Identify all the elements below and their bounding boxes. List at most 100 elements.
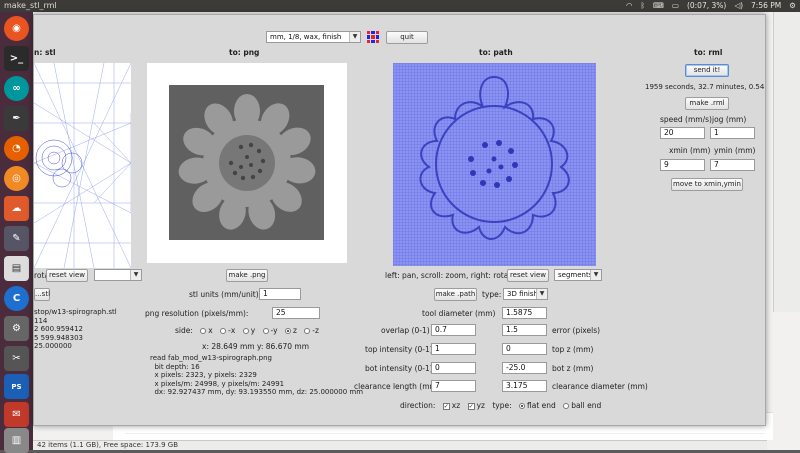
toolpath-graphic (393, 63, 596, 266)
top-intensity-field[interactable]: 1 (431, 343, 476, 355)
background-side-pane (773, 12, 800, 312)
side-y-radio[interactable] (242, 328, 249, 334)
png-header: to: png (229, 48, 260, 57)
battery-status[interactable]: (0:07, 3%) (687, 1, 726, 10)
clock[interactable]: 7:56 PM (751, 1, 781, 10)
jog-label: jog (mm) (712, 115, 747, 124)
unity-launcher: ◉ >_ ∞ ✒ ◔ ◎ ☁ ✎ ▤ C ⚙ ✂ PS ✉ ▥ (0, 12, 33, 453)
gear-icon[interactable]: ⚙ (789, 1, 796, 10)
path-view[interactable] (393, 63, 596, 266)
document-icon[interactable]: ▤ (4, 256, 29, 281)
flower-gear-graphic (178, 94, 316, 230)
side-neg-y-radio[interactable] (262, 328, 269, 334)
direction-xz-checkbox[interactable]: ✓ (442, 402, 450, 410)
xmin-label: xmin (mm) (669, 146, 711, 155)
fab-modules-window: mm, 1/8, wax, finish ▼ quit n: stl reset… (33, 14, 766, 426)
open-stl-button[interactable]: ...stl (34, 288, 50, 301)
trash-icon[interactable]: ▥ (4, 428, 29, 453)
send-it-button[interactable]: send it! (685, 64, 729, 77)
inkscape-icon[interactable]: ✒ (4, 106, 29, 131)
stl-reset-view-button[interactable]: reset view (46, 269, 88, 282)
rml-header: to: rml (694, 48, 723, 57)
stl-units-field[interactable]: 1 (259, 288, 301, 300)
path-reset-view-button[interactable]: reset view (507, 269, 549, 282)
direction-yz-checkbox[interactable]: ✓ (467, 402, 475, 410)
process-select[interactable]: mm, 1/8, wax, finish ▼ (266, 31, 361, 43)
side-neg-z-radio[interactable] (304, 328, 311, 334)
quit-button[interactable]: quit (386, 31, 428, 44)
flat-end-radio[interactable] (519, 403, 526, 409)
app-c-icon[interactable]: C (4, 286, 29, 311)
window-title: make_stl_rml (4, 1, 57, 10)
tool-diameter-label: tool diameter (mm) (422, 309, 496, 318)
system-tray: ◠ ᛒ ⌨ ▭ (0:07, 3%) ◁) 7:56 PM ⚙ (626, 1, 796, 10)
side-x-radio[interactable] (200, 328, 207, 334)
path-view-select[interactable]: segments ▼ (554, 269, 602, 281)
battery-icon[interactable]: ▭ (672, 1, 679, 10)
cursor-coords: x: 28.649 mm y: 86.670 mm (202, 342, 310, 351)
status-bar: 42 items (1.1 GB), Free space: 173.9 GB (33, 440, 767, 450)
text-editor-icon[interactable]: ✎ (4, 226, 29, 251)
system-top-bar: make_stl_rml ◠ ᛒ ⌨ ▭ (0:07, 3%) ◁) 7:56 … (0, 0, 800, 12)
make-rml-button[interactable]: make .rml (685, 97, 729, 110)
top-intensity-label: top intensity (0-1) (365, 345, 433, 354)
wifi-icon[interactable]: ◠ (626, 1, 633, 10)
direction-options: direction: ✓ xz ✓ yz type: flat end ball e… (400, 401, 602, 410)
bot-z-field[interactable]: -25.0 (502, 362, 547, 374)
xmin-field[interactable]: 9 (660, 159, 705, 171)
ball-end-radio[interactable] (563, 403, 570, 409)
list-item[interactable] (125, 425, 765, 434)
overlap-field[interactable]: 0.7 (431, 324, 476, 336)
photoshop-icon[interactable]: PS (4, 374, 29, 399)
nav-hint: left: pan, scroll: zoom, right: rotate (385, 271, 516, 280)
bluetooth-icon[interactable]: ᛒ (641, 1, 646, 10)
jog-field[interactable]: 1 (710, 127, 755, 139)
ubuntu-one-icon[interactable]: ☁ (4, 196, 29, 221)
make-png-button[interactable]: make .png (226, 269, 268, 282)
stl-mesh-view[interactable] (34, 63, 131, 268)
chevron-down-icon: ▼ (130, 270, 141, 280)
keyboard-icon[interactable]: ⌨ (653, 1, 664, 10)
mail-icon[interactable]: ✉ (4, 402, 29, 427)
stl-view-select[interactable]: ▼ (94, 269, 142, 281)
stl-info: stop/w13-spirograph.stl 114 2 600.959412… (34, 308, 117, 350)
settings-gear-icon[interactable]: ⚙ (4, 316, 29, 341)
tools-icon[interactable]: ✂ (4, 346, 29, 371)
speed-label: speed (mm/s) (660, 115, 712, 124)
png-image (169, 85, 324, 240)
path-header: to: path (479, 48, 513, 57)
make-path-button[interactable]: make .path (434, 288, 477, 301)
bot-intensity-label: bot intensity (0-1) (365, 364, 433, 373)
clearance-length-field[interactable]: 7 (431, 380, 476, 392)
color-grid-icon[interactable] (367, 31, 379, 43)
side-neg-x-radio[interactable] (220, 328, 227, 334)
stl-mesh-graphic (34, 63, 131, 268)
web-browser-icon[interactable]: ◎ (4, 166, 29, 191)
dash-home-icon[interactable]: ◉ (4, 16, 29, 41)
ymin-field[interactable]: 7 (710, 159, 755, 171)
time-estimate: 1959 seconds, 32.7 minutes, 0.54 hours (645, 83, 766, 91)
firefox-icon[interactable]: ◔ (4, 136, 29, 161)
move-to-origin-button[interactable]: move to xmin,ymin (671, 178, 743, 191)
stl-header: n: stl (34, 48, 56, 57)
top-z-field[interactable]: 0 (502, 343, 547, 355)
png-preview[interactable] (147, 63, 347, 263)
bot-z-label: bot z (mm) (552, 364, 594, 373)
terminal-icon[interactable]: >_ (4, 46, 29, 71)
path-type-select[interactable]: 3D finish ▼ (503, 288, 548, 300)
side-z-radio[interactable] (284, 328, 291, 334)
bot-intensity-field[interactable]: 0 (431, 362, 476, 374)
chevron-down-icon: ▼ (590, 270, 601, 280)
volume-icon[interactable]: ◁) (734, 1, 743, 10)
top-z-label: top z (mm) (552, 345, 594, 354)
chevron-down-icon: ▼ (349, 32, 360, 42)
speed-field[interactable]: 20 (660, 127, 705, 139)
png-info: read fab_mod_w13-spirograph.png bit dept… (150, 354, 364, 396)
stl-units-label: stl units (mm/unit): (189, 290, 262, 299)
arduino-icon[interactable]: ∞ (4, 76, 29, 101)
clearance-diameter-field[interactable]: 3.175 (502, 380, 547, 392)
tool-diameter-field[interactable]: 1.5875 (502, 307, 547, 319)
png-resolution-field[interactable]: 25 (272, 307, 320, 319)
error-field[interactable]: 1.5 (502, 324, 547, 336)
clearance-diameter-label: clearance diameter (mm) (552, 382, 648, 391)
